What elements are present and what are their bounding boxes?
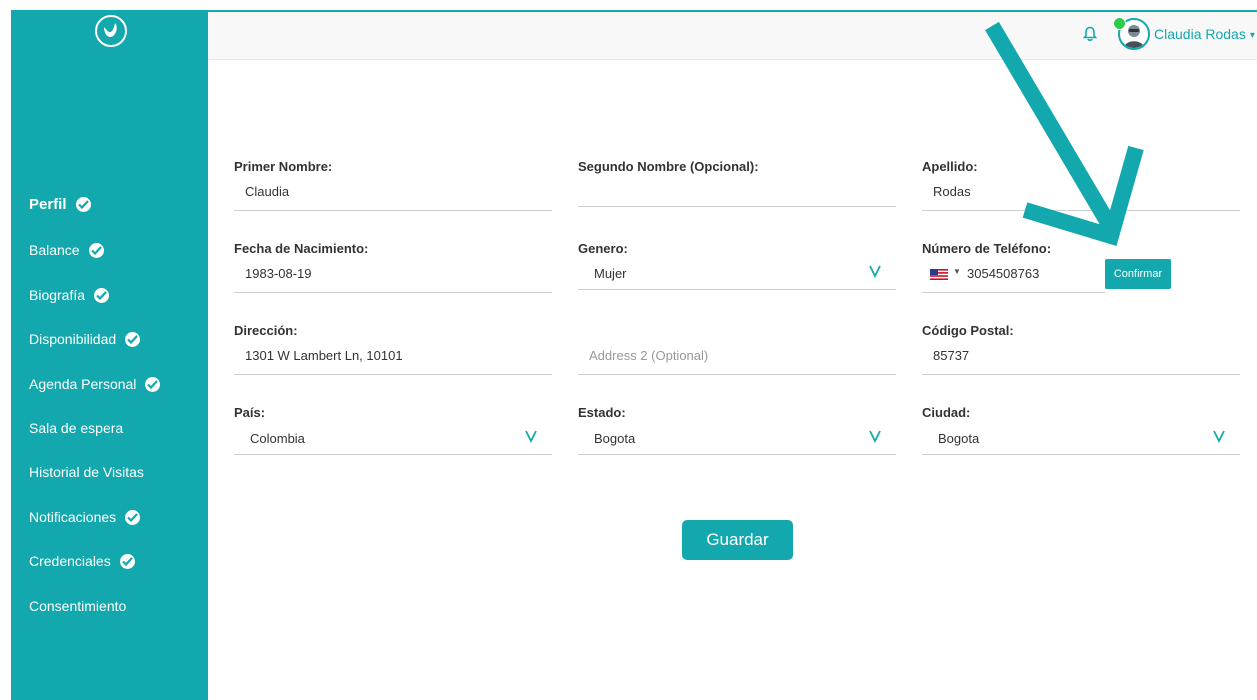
user-menu[interactable]: Claudia Rodas ▾ — [1154, 26, 1255, 42]
middle-name-input[interactable] — [578, 171, 896, 205]
address2-field — [578, 339, 896, 375]
sidebar-item-label: Perfil — [29, 196, 67, 213]
sidebar-item-label: Historial de Visitas — [29, 464, 144, 480]
save-button[interactable]: Guardar — [682, 520, 793, 560]
birth-date-input[interactable] — [234, 257, 552, 291]
chevron-down-icon — [869, 430, 881, 443]
online-status-indicator — [1113, 17, 1126, 30]
sidebar: Perfil Balance Biografía Disponibilidad … — [11, 10, 208, 700]
chevron-down-icon: ▾ — [1249, 30, 1255, 41]
country-value: Colombia — [250, 431, 305, 446]
state-select[interactable]: Bogota — [578, 419, 896, 455]
sidebar-item-consentimiento[interactable]: Consentimiento — [29, 598, 126, 614]
check-icon — [94, 287, 110, 303]
window-edge — [0, 0, 11, 700]
sidebar-item-biografia[interactable]: Biografía — [29, 287, 110, 303]
phone-input[interactable] — [922, 257, 1105, 291]
logo-icon[interactable] — [95, 15, 127, 47]
sidebar-item-label: Balance — [29, 242, 80, 258]
sidebar-item-label: Sala de espera — [29, 420, 124, 436]
state-value: Bogota — [594, 431, 636, 446]
top-bar: Claudia Rodas ▾ — [208, 10, 1257, 60]
check-icon — [119, 553, 135, 569]
sidebar-item-disponibilidad[interactable]: Disponibilidad — [29, 331, 141, 347]
birth-date-label: Fecha de Nacimiento: — [234, 241, 369, 256]
birth-date-field — [234, 257, 552, 293]
sidebar-item-sala-de-espera[interactable]: Sala de espera — [29, 420, 123, 436]
address-label: Dirección: — [234, 323, 298, 338]
city-value: Bogota — [938, 431, 980, 446]
address-field — [234, 339, 552, 375]
postal-code-input[interactable] — [922, 339, 1240, 373]
sidebar-item-credenciales[interactable]: Credenciales — [29, 553, 135, 569]
address2-input[interactable] — [578, 339, 896, 373]
postal-code-label: Código Postal: — [922, 323, 1014, 338]
phone-field: ▼ — [922, 257, 1105, 293]
last-name-field — [922, 175, 1240, 211]
chevron-down-icon — [869, 265, 881, 278]
user-name: Claudia Rodas — [1154, 26, 1246, 42]
check-icon — [88, 242, 104, 258]
check-icon — [125, 331, 141, 347]
sidebar-item-agenda-personal[interactable]: Agenda Personal — [29, 376, 161, 392]
first-name-field — [234, 175, 552, 211]
sidebar-item-label: Consentimiento — [29, 598, 127, 614]
address-input[interactable] — [234, 339, 552, 373]
app-window: Perfil Balance Biografía Disponibilidad … — [0, 0, 1257, 700]
sidebar-item-perfil[interactable]: Perfil — [29, 196, 91, 213]
sidebar-item-notificaciones[interactable]: Notificaciones — [29, 509, 141, 525]
confirm-phone-button[interactable]: Confirmar — [1105, 259, 1171, 289]
city-label: Ciudad: — [922, 405, 971, 420]
chevron-down-icon — [1213, 430, 1225, 443]
sidebar-item-balance[interactable]: Balance — [29, 242, 104, 258]
sidebar-item-historial-de-visitas[interactable]: Historial de Visitas — [29, 464, 144, 480]
state-label: Estado: — [578, 405, 626, 420]
last-name-input[interactable] — [922, 175, 1240, 209]
check-icon — [145, 376, 161, 392]
postal-code-field — [922, 339, 1240, 375]
check-icon — [125, 509, 141, 525]
last-name-label: Apellido: — [922, 159, 978, 174]
country-select[interactable]: Colombia — [234, 419, 552, 455]
country-label: País: — [234, 405, 266, 420]
phone-label: Número de Teléfono: — [922, 241, 1052, 256]
sidebar-item-label: Biografía — [29, 287, 86, 303]
city-select[interactable]: Bogota — [922, 419, 1240, 455]
first-name-input[interactable] — [234, 175, 552, 209]
check-icon — [75, 197, 91, 212]
middle-name-field — [578, 171, 896, 207]
sidebar-item-label: Agenda Personal — [29, 376, 137, 392]
sidebar-item-label: Notificaciones — [29, 509, 117, 525]
sidebar-item-label: Credenciales — [29, 553, 111, 569]
first-name-label: Primer Nombre: — [234, 159, 333, 174]
sidebar-item-label: Disponibilidad — [29, 331, 117, 347]
chevron-down-icon — [525, 430, 537, 443]
gender-value: Mujer — [594, 266, 627, 281]
bell-icon[interactable] — [1083, 26, 1097, 42]
gender-select[interactable]: Mujer — [578, 254, 896, 290]
